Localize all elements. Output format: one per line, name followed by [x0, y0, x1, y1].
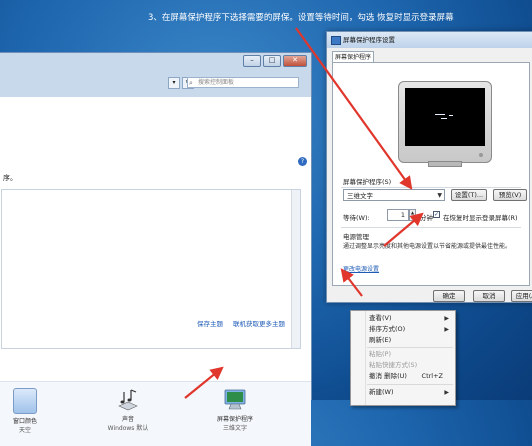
sound-label: 声音 [121, 416, 134, 423]
change-power-settings-link[interactable]: 更改电源设置 [343, 264, 379, 273]
menu-separator [367, 347, 453, 348]
screensaver-settings-dialog: 屏幕保护程序设置 屏幕保护程序 屏幕保护程序(S) 三维文字 ▼ 设置(T)..… [326, 31, 532, 303]
resume-checkbox[interactable]: ✓ [433, 211, 440, 218]
wait-minutes-stepper[interactable]: ▲ ▼ [409, 209, 416, 221]
power-divider [341, 227, 521, 228]
preview-text-fragment [435, 114, 445, 115]
personalization-window: – □ ✕ ▾ ↻ ⌕ 搜索控制面板 ? 序。 保存主题 联机获取更多主题 窗口… [0, 52, 312, 446]
monitor-stand [428, 161, 462, 167]
dialog-title: 屏幕保护程序设置 [343, 36, 395, 44]
power-description: 通过调整显示亮度和其他电源设置以节省能源或提供最佳性能。 [343, 243, 512, 250]
settings-button[interactable]: 设置(T)... [451, 189, 487, 201]
menu-item-refresh[interactable]: 刷新(E) [351, 335, 455, 346]
screensaver-select[interactable]: 三维文字 ▼ [343, 189, 445, 201]
wait-unit: 分钟 [420, 214, 433, 222]
screensaver-label: 屏幕保护程序 [216, 416, 253, 423]
screensaver-item[interactable]: 屏幕保护程序 三维文字 [205, 388, 265, 432]
menu-item-paste-shortcut: 粘贴快捷方式(S) [351, 360, 455, 371]
wait-label: 等待(W): [343, 214, 370, 222]
online-themes-link[interactable]: 联机获取更多主题 [233, 318, 285, 328]
address-bar-area: ▾ ↻ ⌕ 搜索控制面板 [0, 75, 311, 91]
window-color-icon [13, 388, 37, 414]
preview-screen [405, 88, 485, 146]
description-fragment: 序。 [3, 174, 17, 182]
monitor-led [479, 153, 483, 157]
window-caption-buttons: – □ ✕ [243, 55, 307, 67]
close-button[interactable]: ✕ [283, 55, 307, 67]
theme-links: 保存主题 联机获取更多主题 [197, 318, 285, 328]
menu-item-sort-by[interactable]: 排序方式(O) ▶ [351, 324, 455, 335]
instruction-text: 3、在屏幕保护程序下选择需要的屏保。设置等待时间，勾选 恢复时显示登录屏幕 [148, 13, 454, 23]
wait-minutes-input[interactable]: 1 [387, 209, 409, 221]
menu-item-label: 粘贴(P) [369, 350, 391, 358]
submenu-arrow-icon: ▶ [444, 315, 449, 322]
menu-item-label: 撤消 删除(U) [369, 372, 407, 380]
menu-item-label: 排序方式(O) [369, 325, 406, 333]
themes-scrollbar[interactable] [291, 190, 300, 348]
dropdown-arrow-icon[interactable]: ▾ [168, 77, 180, 89]
menu-item-label: 刷新(E) [369, 336, 392, 344]
menu-item-paste: 粘贴(P) [351, 349, 455, 360]
menu-item-label: 查看(V) [369, 314, 392, 322]
window-color-label: 窗口颜色 [12, 418, 37, 425]
dialog-title-bar: 屏幕保护程序设置 [327, 32, 532, 48]
menu-item-undo-delete[interactable]: 撤消 删除(U) Ctrl+Z [351, 371, 455, 382]
screensaver-icon [222, 388, 248, 412]
submenu-arrow-icon: ▶ [444, 326, 449, 333]
dialog-title-icon [331, 36, 341, 45]
help-icon[interactable]: ? [298, 157, 307, 166]
menu-item-shortcut: Ctrl+Z [421, 372, 443, 380]
sound-value: Windows 默认 [107, 425, 149, 432]
window-content: ? 序。 保存主题 联机获取更多主题 窗口颜色 天空 声音 Windows 默认… [0, 97, 311, 446]
window-color-item[interactable]: 窗口颜色 天空 [5, 388, 45, 434]
chevron-down-icon: ▼ [437, 192, 442, 199]
power-management-title: 电源管理 [343, 233, 369, 241]
submenu-arrow-icon: ▶ [444, 389, 449, 396]
search-placeholder: 搜索控制面板 [198, 79, 235, 86]
sound-icon [115, 388, 141, 412]
menu-item-new[interactable]: 新建(W) ▶ [351, 387, 455, 398]
monitor-preview [398, 81, 492, 163]
screensaver-select-value: 三维文字 [347, 192, 373, 200]
menu-item-label: 新建(W) [369, 388, 394, 396]
desktop-context-menu: 查看(V) ▶ 排序方式(O) ▶ 刷新(E) 粘贴(P) 粘贴快捷方式(S) … [350, 310, 456, 406]
menu-item-view[interactable]: 查看(V) ▶ [351, 313, 455, 324]
save-theme-link[interactable]: 保存主题 [197, 318, 223, 328]
preview-text-fragment [449, 115, 453, 116]
preview-text-fragment [441, 118, 447, 119]
search-input[interactable]: ⌕ 搜索控制面板 [187, 77, 299, 88]
screensaver-value: 三维文字 [222, 425, 247, 432]
resume-checkbox-label[interactable]: 在恢复时显示登录屏幕(R) [443, 212, 518, 222]
screensaver-group-label: 屏幕保护程序(S) [343, 178, 392, 186]
personalization-bottom-bar: 窗口颜色 天空 声音 Windows 默认 屏幕保护程序 三维文字 [0, 381, 311, 446]
menu-item-label: 粘贴快捷方式(S) [369, 361, 418, 369]
ok-button[interactable]: 确定 [433, 290, 465, 302]
minimize-button[interactable]: – [243, 55, 261, 67]
group-divider [341, 187, 521, 188]
preview-button[interactable]: 预览(V) [493, 189, 527, 201]
sound-item[interactable]: 声音 Windows 默认 [98, 388, 158, 432]
screensaver-panel: 屏幕保护程序(S) 三维文字 ▼ 设置(T)... 预览(V) 等待(W): 1… [332, 62, 530, 286]
apply-button[interactable]: 应用(A) [511, 290, 532, 302]
window-color-value: 天空 [18, 427, 31, 434]
maximize-button[interactable]: □ [263, 55, 281, 67]
menu-separator [367, 384, 453, 385]
cancel-button[interactable]: 取消 [473, 290, 505, 302]
search-icon: ⌕ [189, 79, 193, 87]
